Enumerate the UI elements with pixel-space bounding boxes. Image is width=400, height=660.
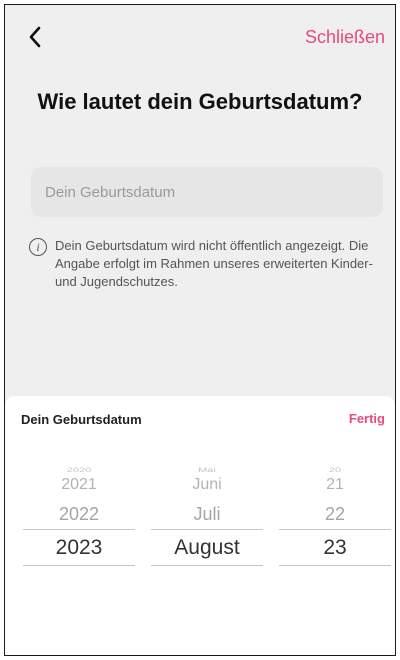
day-wheel[interactable]: 20 21 22 23 <box>279 452 391 602</box>
sheet-title: Dein Geburtsdatum <box>21 412 142 427</box>
year-option: 2021 <box>61 476 97 493</box>
date-picker-sheet: Dein Geburtsdatum Fertig 2020 2021 2022 … <box>5 396 395 655</box>
info-note: i Dein Geburtsdatum wird nicht öffentlic… <box>29 237 389 291</box>
day-option: 22 <box>324 504 346 524</box>
day-option: 21 <box>326 476 344 493</box>
info-text: Dein Geburtsdatum wird nicht öffentlich … <box>55 238 373 289</box>
info-circle-icon: i <box>29 238 47 256</box>
year-option: 2022 <box>58 504 100 524</box>
selection-divider <box>151 565 263 566</box>
selection-divider <box>151 529 263 530</box>
top-bar: Schließen <box>5 5 395 65</box>
back-button[interactable] <box>23 23 47 51</box>
year-selected: 2023 <box>55 536 103 559</box>
month-option: Juli <box>193 504 221 524</box>
day-selected: 23 <box>323 536 347 559</box>
month-option: Juni <box>192 476 222 493</box>
birthdate-placeholder: Dein Geburtsdatum <box>45 183 176 201</box>
month-selected: August <box>174 536 240 559</box>
year-option: 2020 <box>66 466 92 474</box>
page-title: Wie lautet dein Geburtsdatum? <box>37 89 363 114</box>
close-button[interactable]: Schließen <box>305 27 385 48</box>
month-wheel[interactable]: Mai Juni Juli August <box>151 452 263 602</box>
selection-divider <box>279 529 391 530</box>
day-option: 20 <box>328 466 342 474</box>
month-option: Mai <box>198 466 216 474</box>
selection-divider <box>23 529 135 530</box>
selection-divider <box>279 565 391 566</box>
year-wheel[interactable]: 2020 2021 2022 2023 <box>23 452 135 602</box>
phone-screen: Schließen Wie lautet dein Geburtsdatum? … <box>4 4 396 656</box>
done-button[interactable]: Fertig <box>349 411 385 426</box>
selection-divider <box>23 565 135 566</box>
birthdate-field[interactable]: Dein Geburtsdatum <box>31 167 383 217</box>
chevron-left-icon <box>29 26 41 48</box>
